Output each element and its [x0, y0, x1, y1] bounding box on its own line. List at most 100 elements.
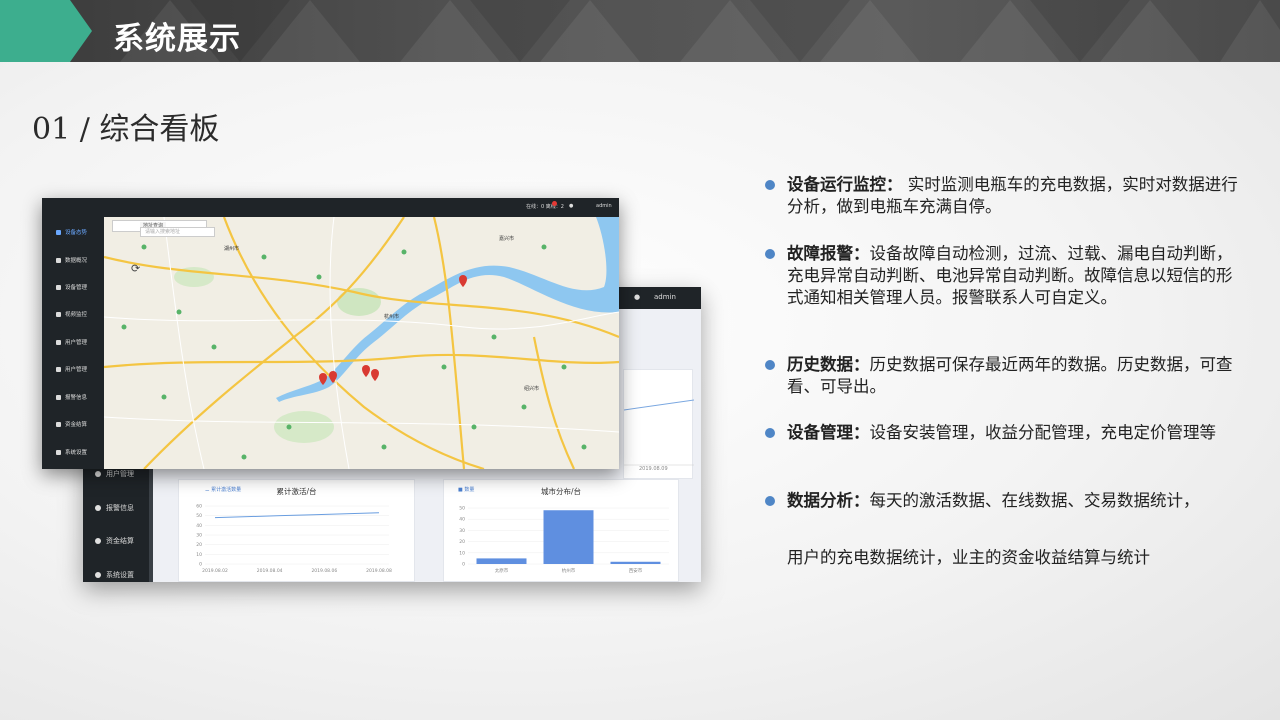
feature-item-alarm: 故障报警：设备故障自动检测，过流、过载、漏电自动判断，充电异常自动判断、电池异常…: [765, 243, 1245, 309]
bullet-dot-icon: [765, 428, 775, 438]
sidebar-item-settings[interactable]: 系统设置: [95, 570, 134, 580]
sidebar-item-label: 用户管理: [106, 470, 134, 478]
city-label: 湖州市: [224, 246, 240, 252]
y-tick-label: 30: [196, 533, 202, 539]
bullet-dot-icon: [765, 496, 775, 506]
x-tick-label: 2019.08.06: [311, 568, 337, 574]
user-icon: [95, 471, 101, 477]
sidebar-item-users-2[interactable]: 用户管理: [56, 365, 87, 373]
feature-label: 历史数据：: [787, 355, 870, 374]
x-tick-label: 西安市: [629, 567, 643, 574]
feature-item-device-mgmt: 设备管理：设备安装管理，收益分配管理，充电定价管理等: [765, 422, 1245, 444]
x-tick-label: 2019.08.08: [366, 568, 392, 574]
sidebar-item-alerts[interactable]: 报警信息: [95, 503, 134, 513]
city-panel: ■ 数量 城市分布/台 50 40 30 20 10 0 太原市 杭州市 西安市: [443, 479, 679, 582]
y-tick-label: 50: [459, 506, 465, 512]
sidebar-item-users[interactable]: 用户管理: [56, 338, 87, 346]
feature-text: 每天的激活数据、在线数据、交易数据统计，: [869, 491, 1200, 510]
header-band: 系统展示: [0, 0, 1280, 62]
bar: [476, 558, 527, 564]
sidebar-item-label: 数据概况: [65, 258, 88, 264]
sidebar-item-label: 设备态势: [65, 230, 88, 236]
username[interactable]: admin: [596, 203, 612, 209]
x-tick-label: 太原市: [495, 567, 509, 574]
username[interactable]: admin: [654, 293, 676, 301]
gear-icon: [95, 572, 101, 578]
section-title: 01 / 综合看板: [32, 112, 220, 147]
sidebar-item-label: 资金结算: [65, 422, 88, 428]
feature-item-monitoring: 设备运行监控： 实时监测电瓶车的充电数据，实时对数据进行分析，做到电瓶车充满自停…: [765, 174, 1245, 218]
city-bar-chart: 50 40 30 20 10 0 太原市 杭州市 西安市: [459, 506, 669, 574]
x-tick-label: 2019.08.02: [202, 568, 228, 574]
feature-continuation: 用户的充电数据统计，业主的资金收益结算与统计: [787, 548, 1150, 567]
feature-item-analysis: 数据分析：每天的激活数据、在线数据、交易数据统计，: [765, 490, 1245, 512]
bell-icon: [95, 505, 101, 511]
y-tick-label: 0: [462, 562, 465, 568]
sidebar-item-label: 报警信息: [65, 395, 88, 401]
map-canvas: [104, 217, 619, 469]
x-tick-label: 杭州市: [562, 567, 576, 574]
alert-badge: [552, 201, 557, 206]
y-tick-label: 50: [196, 513, 202, 519]
y-tick-label: 20: [459, 539, 465, 545]
user-icon[interactable]: ●: [569, 203, 573, 209]
sidebar-item-users[interactable]: 用户管理: [95, 469, 134, 479]
user-icon[interactable]: ●: [634, 293, 640, 301]
user-icon: [56, 366, 61, 372]
sidebar-item-label: 设备管理: [65, 285, 88, 291]
sidebar-item-label: 用户管理: [65, 340, 88, 346]
device-icon: [56, 284, 61, 290]
map-search-input[interactable]: 请输入搜索地址: [140, 227, 215, 237]
y-tick-label: 40: [196, 523, 202, 529]
feature-label: 设备运行监控：: [787, 175, 903, 194]
activation-panel: ⚊ 累计激活数量 累计激活/台 60 50 40 30 20 10 0 2019.08.02 2…: [178, 479, 415, 582]
sidebar-item-video[interactable]: 视频监控: [56, 310, 87, 318]
user-icon: [56, 339, 61, 345]
sidebar-item-settlement[interactable]: 资金结算: [95, 536, 134, 546]
bell-icon: [56, 394, 61, 400]
feature-text: 设备安装管理，收益分配管理，充电定价管理等: [869, 423, 1217, 442]
y-tick-label: 30: [459, 528, 465, 534]
series-line: [214, 512, 380, 519]
gear-icon: [56, 449, 61, 455]
sidebar-item-label: 视频监控: [65, 312, 88, 318]
sidebar-item-label: 用户管理: [65, 367, 88, 373]
y-tick-label: 20: [196, 542, 202, 548]
sidebar-item-settlement[interactable]: 资金结算: [56, 420, 87, 428]
bullet-dot-icon: [765, 249, 775, 259]
city-label: 绍兴市: [524, 386, 540, 392]
location-icon: [56, 229, 61, 235]
sidebar-item-label: 报警信息: [106, 504, 134, 512]
history-line: [623, 399, 695, 466]
bar: [543, 510, 594, 564]
sidebar-item-overview[interactable]: 数据概况: [56, 256, 87, 264]
map-screenshot: 在线：0 离线：2 ● admin 设备态势 数据概况 设备管理 视频监控 用户…: [42, 198, 619, 469]
bar: [610, 561, 661, 564]
feature-label: 设备管理：: [787, 423, 870, 442]
map-view[interactable]: 地址查询 请输入搜索地址 ⟳ 杭州市 绍兴市 湖州市 嘉兴市: [104, 217, 619, 469]
feature-item-history: 历史数据：历史数据可保存最近两年的数据。历史数据，可查看、可导出。: [765, 354, 1245, 398]
header-title: 系统展示: [113, 21, 241, 57]
history-panel: 2019.08.09: [623, 369, 695, 479]
bullet-dot-icon: [765, 180, 775, 190]
x-tick-label: 2019.08.04: [257, 568, 283, 574]
chart-icon: [56, 257, 61, 263]
y-tick-label: 60: [196, 504, 202, 510]
sidebar-item-device-status[interactable]: 设备态势: [56, 228, 87, 236]
map-topbar: 在线：0 离线：2 ● admin: [42, 198, 619, 217]
y-tick-label: 10: [459, 550, 465, 556]
sidebar-item-label: 系统设置: [106, 571, 134, 579]
sidebar-item-devices[interactable]: 设备管理: [56, 283, 87, 291]
feature-label: 数据分析：: [787, 491, 870, 510]
sidebar-item-label: 资金结算: [106, 537, 134, 545]
y-tick-label: 40: [459, 517, 465, 523]
feature-label: 故障报警：: [787, 244, 870, 263]
activation-line-chart: 60 50 40 30 20 10 02019.08.02 2019.08.04 2019.08…: [196, 504, 392, 575]
sidebar-item-label: 系统设置: [65, 450, 88, 456]
coin-icon: [95, 538, 101, 544]
sidebar-item-alerts[interactable]: 报警信息: [56, 393, 87, 401]
sidebar-item-settings[interactable]: 系统设置: [56, 448, 87, 456]
city-label: 杭州市: [384, 314, 400, 320]
refresh-icon[interactable]: ⟳: [131, 262, 140, 275]
x-tick: 2019.08.09: [639, 466, 668, 472]
